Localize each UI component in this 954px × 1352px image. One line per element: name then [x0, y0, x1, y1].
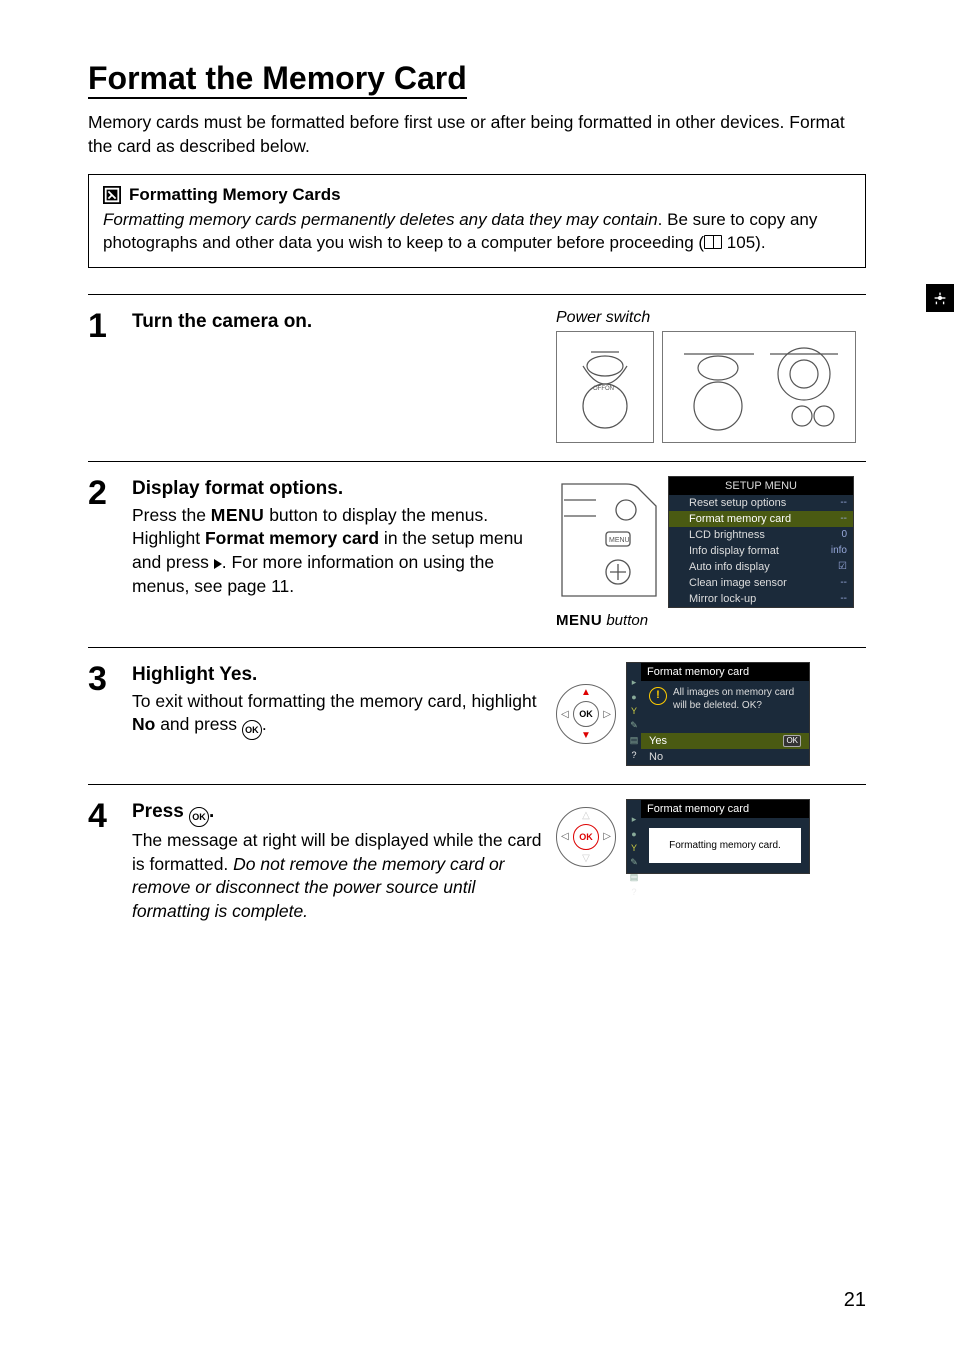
- menu-row: Auto info display☑: [669, 559, 853, 575]
- menu-button-caption: MENU button: [556, 612, 866, 629]
- step-heading: Highlight Yes.: [132, 662, 542, 688]
- step-heading: Display format options.: [132, 476, 542, 502]
- right-arrow-icon: ▷: [603, 709, 611, 720]
- power-switch-caption: Power switch: [556, 309, 866, 327]
- dialog-message: All images on memory card will be delete…: [673, 687, 801, 733]
- intro-text: Memory cards must be formatted before fi…: [88, 111, 866, 158]
- menu-row: Clean image sensor--: [669, 575, 853, 591]
- ok-badge-icon: OK: [783, 735, 801, 747]
- svg-text:OFF: OFF: [593, 386, 605, 392]
- warning-box: Formatting Memory Cards Formatting memor…: [88, 174, 866, 268]
- ok-center-icon: OK: [573, 824, 599, 850]
- option-no: No: [641, 749, 809, 765]
- menu-row: LCD brightness0: [669, 527, 853, 543]
- step-1: 1 Turn the camera on. Power switch OFFON: [88, 294, 866, 461]
- warning-body: Formatting memory cards permanently dele…: [103, 209, 851, 255]
- svg-text:ON: ON: [605, 386, 614, 392]
- section-tab-icon: [926, 284, 954, 312]
- menu-header: SETUP MENU: [669, 477, 853, 495]
- menu-button-glyph: MENU: [211, 505, 265, 525]
- svg-text:MENU: MENU: [609, 537, 630, 544]
- step-number: 1: [88, 309, 118, 443]
- warning-heading: Formatting Memory Cards: [129, 185, 341, 205]
- step-2-media: MENU SETUP MENU Reset setup options--For…: [556, 476, 866, 629]
- down-arrow-icon: ▽: [582, 853, 590, 864]
- option-yes: Yes OK: [641, 733, 809, 749]
- camera-back-illustration: MENU: [556, 476, 660, 602]
- menu-category-icons: ▸●Y✎▤?: [627, 677, 641, 760]
- ok-button-icon: OK: [189, 807, 209, 827]
- multi-selector-illustration: ▲ ▼ ◁ ▷ OK: [556, 684, 616, 744]
- step-3-media: ▲ ▼ ◁ ▷ OK ▸●Y✎▤? Format memory card: [556, 662, 866, 766]
- step-3: 3 Highlight Yes. To exit without formatt…: [88, 647, 866, 784]
- menu-row: Reset setup options--: [669, 495, 853, 511]
- menu-category-icons: ▸●Y✎▤?: [627, 814, 641, 897]
- ok-center-icon: OK: [573, 701, 599, 727]
- up-arrow-icon: ▲: [581, 687, 591, 698]
- dialog-header: Format memory card: [641, 800, 809, 818]
- warning-circle-icon: !: [649, 687, 667, 705]
- step-number: 2: [88, 476, 118, 629]
- formatting-progress-screen: ▸●Y✎▤? Format memory card Formatting mem…: [626, 799, 810, 874]
- page-number: 21: [844, 1289, 866, 1312]
- step-heading: Turn the camera on.: [132, 309, 542, 335]
- step-4-media: △ ▽ ◁ ▷ OK ▸●Y✎▤? Format memory card For…: [556, 799, 866, 924]
- step-number: 3: [88, 662, 118, 766]
- setup-menu-screen: SETUP MENU Reset setup options--Format m…: [668, 476, 854, 608]
- formatting-message: Formatting memory card.: [649, 828, 801, 863]
- right-arrow-icon: ▷: [603, 831, 611, 842]
- menu-row: Mirror lock-up--: [669, 591, 853, 607]
- camera-top-illustration-off: OFFON: [556, 331, 654, 443]
- left-arrow-icon: ◁: [561, 831, 569, 842]
- right-arrow-icon: [214, 559, 222, 569]
- up-arrow-icon: △: [582, 810, 590, 821]
- left-arrow-icon: ◁: [561, 709, 569, 720]
- step-1-media: Power switch OFFON: [556, 309, 866, 443]
- warning-icon: [103, 186, 121, 204]
- ok-button-icon: OK: [242, 720, 262, 740]
- step-2: 2 Display format options. Press the MENU…: [88, 461, 866, 647]
- dialog-header: Format memory card: [641, 663, 809, 681]
- format-confirm-screen: ▸●Y✎▤? Format memory card ! All images o…: [626, 662, 810, 766]
- down-arrow-icon: ▼: [581, 730, 591, 741]
- multi-selector-illustration: △ ▽ ◁ ▷ OK: [556, 807, 616, 867]
- camera-top-illustration-on: [662, 331, 856, 443]
- menu-row: Info display formatinfo: [669, 543, 853, 559]
- step-number: 4: [88, 799, 118, 924]
- page-title: Format the Memory Card: [88, 60, 467, 99]
- step-4: 4 Press OK. The message at right will be…: [88, 784, 866, 942]
- menu-row: Format memory card--: [669, 511, 853, 527]
- manual-reference-icon: [704, 235, 722, 249]
- step-heading: Press OK.: [132, 799, 542, 827]
